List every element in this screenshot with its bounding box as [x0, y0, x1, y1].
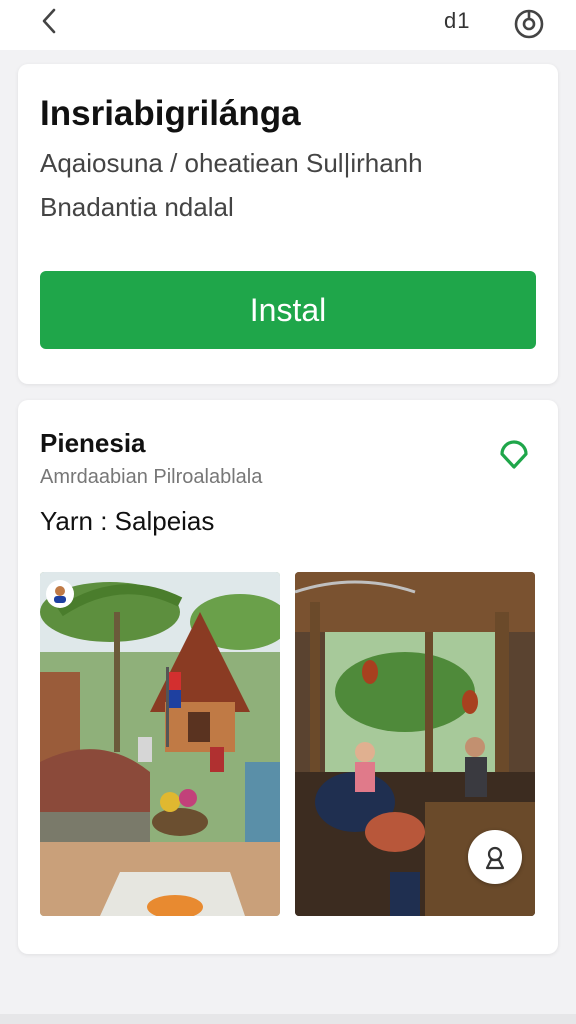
details-card: Pienesia Amrdaabian Pilroalablala Yarn :… [18, 400, 558, 954]
section-year: Yarn : Salpeias [40, 506, 215, 536]
veranda-crowd-screenshot[interactable] [295, 572, 535, 916]
section-tags: Amrdaabian Pilroalablala [40, 466, 263, 488]
back-button[interactable] [34, 6, 64, 36]
map-pin-icon [500, 440, 528, 469]
chevron-left-icon [42, 8, 56, 34]
avatar [46, 580, 74, 608]
village-garden-screenshot[interactable] [40, 572, 280, 916]
top-bar: d1 [0, 0, 576, 50]
garden-scene-image [40, 572, 280, 916]
section-title: Pienesia [40, 428, 146, 458]
camera-icon [485, 846, 505, 870]
top-counter-label: d1 [444, 8, 471, 33]
bottom-nav-strip [0, 1014, 576, 1024]
timer-button[interactable] [512, 7, 546, 41]
camera-button[interactable] [468, 830, 522, 884]
install-button[interactable]: Instal [40, 271, 536, 349]
timer-icon [514, 9, 544, 39]
app-info-card: Insriabigrilánga Aqaiosuna / oheatiean S… [18, 64, 558, 384]
app-subtitle: Aqaiosuna / oheatiean Sul|irhanh [40, 148, 423, 178]
location-button[interactable] [496, 436, 532, 472]
app-developer: Bnadantia ndalal [40, 192, 234, 222]
avatar-icon [54, 586, 66, 603]
app-title: Insriabigrilánga [40, 94, 301, 133]
